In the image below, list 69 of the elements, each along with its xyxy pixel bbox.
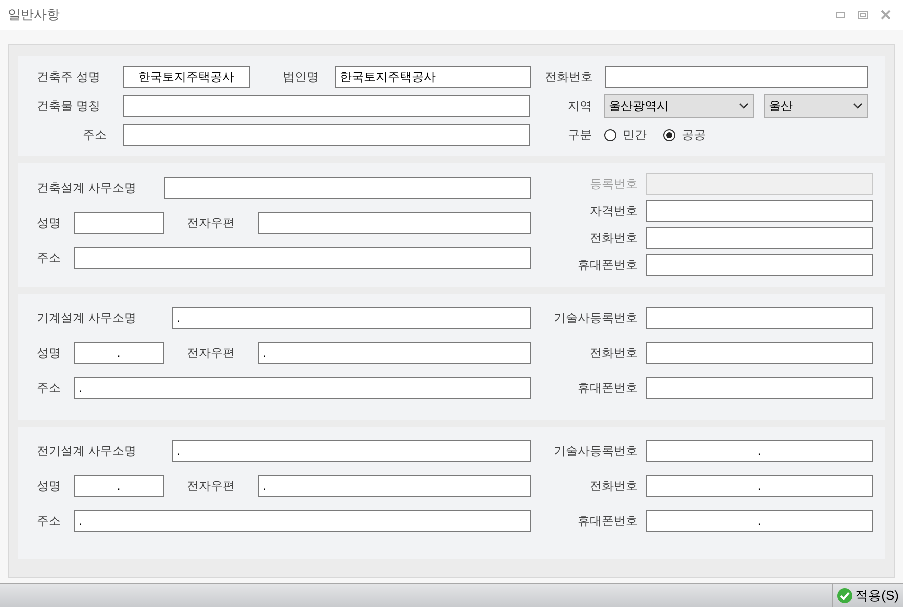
input-field[interactable]	[646, 254, 873, 276]
field-label: 건축설계 사무소명	[37, 180, 138, 197]
field-label: 등록번호	[590, 176, 639, 193]
radio-option[interactable]: 민간	[604, 126, 647, 144]
field-label: 주소	[37, 513, 62, 530]
field-label: 전화번호	[590, 478, 639, 495]
input-field[interactable]	[646, 307, 873, 329]
field-label: 전자우편	[186, 345, 236, 362]
minimize-icon[interactable]	[836, 12, 845, 18]
apply-button[interactable]: 적용(S)	[832, 584, 903, 607]
input-field[interactable]: .	[74, 475, 164, 497]
input-field[interactable]	[605, 66, 868, 88]
input-field[interactable]: .	[74, 377, 531, 399]
dropdown[interactable]: 울산	[764, 94, 868, 118]
input-field[interactable]: 한국토지주택공사	[123, 66, 250, 88]
input-field[interactable]: .	[258, 342, 531, 364]
input-field[interactable]: .	[172, 307, 531, 329]
input-field[interactable]	[74, 247, 531, 269]
input-field[interactable]: .	[172, 440, 531, 462]
input-field[interactable]: .	[646, 510, 873, 532]
input-field[interactable]: .	[74, 510, 531, 532]
field-label: 전화번호	[590, 345, 639, 362]
input-field[interactable]	[646, 227, 873, 249]
input-field[interactable]: 한국토지주택공사	[335, 66, 531, 88]
input-field[interactable]	[258, 212, 531, 234]
restore-icon[interactable]	[858, 11, 868, 19]
field-label: 주소	[37, 380, 62, 397]
input-field[interactable]	[164, 177, 531, 199]
chevron-down-icon	[739, 103, 749, 109]
field-label: 성명	[37, 478, 62, 495]
field-label: 기계설계 사무소명	[37, 310, 138, 327]
field-label: 법인명	[282, 69, 320, 86]
field-label: 건축물 명칭	[37, 98, 102, 115]
field-label: 자격번호	[590, 203, 639, 220]
field-label: 휴대폰번호	[578, 513, 639, 530]
input-field[interactable]	[646, 377, 873, 399]
input-field[interactable]: .	[646, 440, 873, 462]
field-label: 지역	[567, 98, 592, 115]
field-label: 주소	[37, 250, 62, 267]
field-label: 구분	[567, 127, 592, 144]
field-label: 휴대폰번호	[578, 257, 639, 274]
input-field[interactable]: .	[646, 475, 873, 497]
field-label: 전자우편	[186, 478, 236, 495]
radio-icon	[663, 128, 676, 142]
input-field[interactable]	[123, 95, 530, 117]
input-field[interactable]	[74, 212, 164, 234]
input-field[interactable]: .	[258, 475, 531, 497]
field-label: 건축주 성명	[37, 69, 102, 86]
close-icon[interactable]	[881, 10, 891, 20]
field-label: 전기설계 사무소명	[37, 443, 138, 460]
radio-icon	[604, 128, 617, 142]
field-label: 성명	[37, 345, 62, 362]
field-label: 기술사등록번호	[554, 443, 639, 460]
field-label: 전화번호	[590, 230, 639, 247]
radio-option[interactable]: 공공	[663, 126, 706, 144]
dropdown[interactable]: 울산광역시	[604, 94, 754, 118]
input-field[interactable]	[646, 342, 873, 364]
chevron-down-icon	[853, 103, 863, 109]
window-title: 일반사항	[8, 6, 60, 24]
field-label: 주소	[82, 127, 108, 144]
field-label: 전화번호	[544, 69, 593, 86]
field-label: 전자우편	[186, 215, 236, 232]
field-label: 휴대폰번호	[578, 380, 639, 397]
checkmark-icon	[836, 588, 853, 604]
field-label: 기술사등록번호	[554, 310, 639, 327]
input-field[interactable]	[646, 200, 873, 222]
input-field[interactable]: .	[74, 342, 164, 364]
input-field[interactable]	[123, 124, 530, 146]
field-label: 성명	[37, 215, 62, 232]
